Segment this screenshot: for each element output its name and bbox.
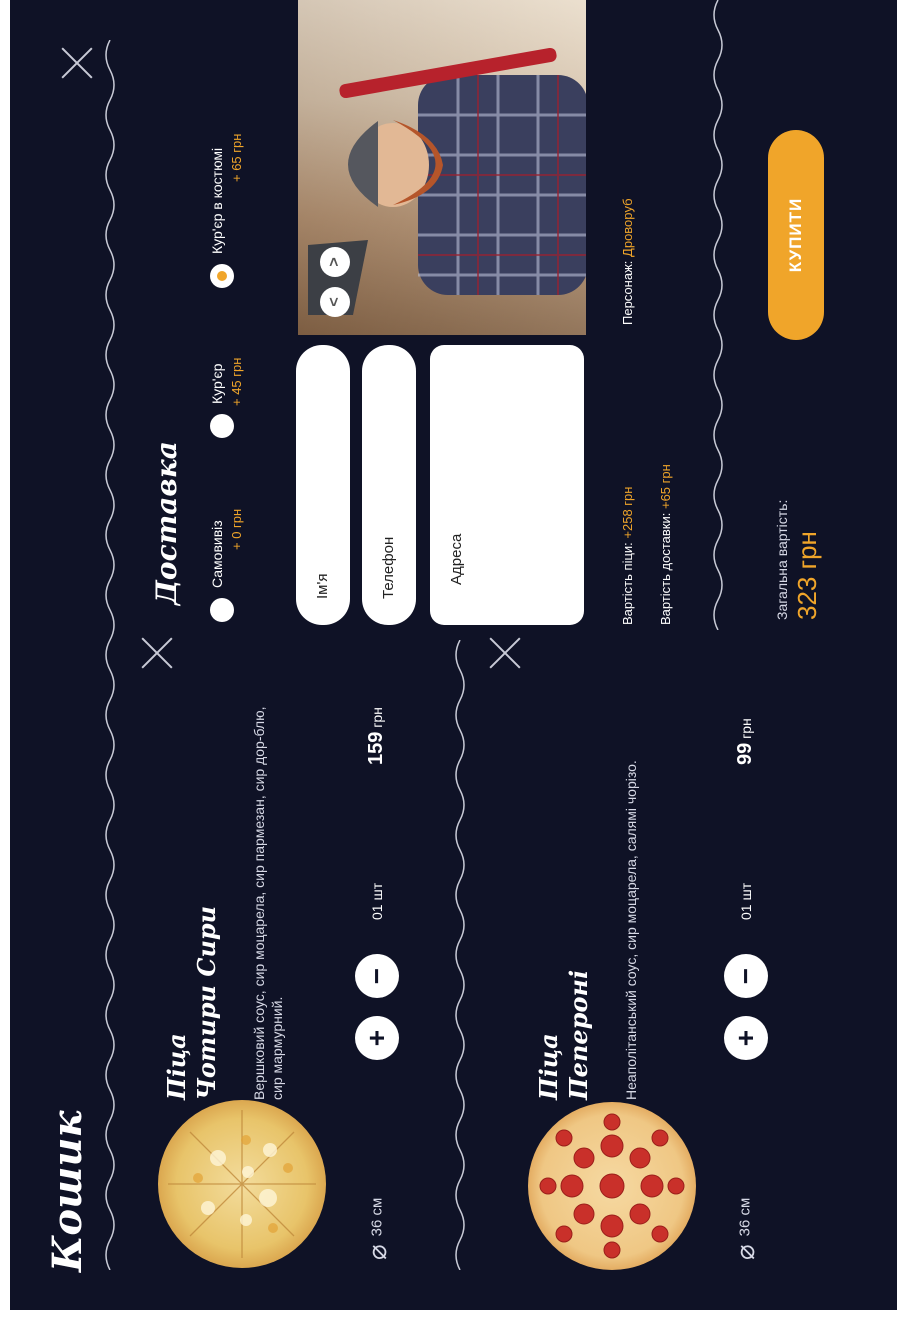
delivery-option-costume-label: Кур'єр в костюмі xyxy=(209,147,225,254)
delivery-option-courier-label: Кур'єр xyxy=(209,363,225,404)
delivery-option-courier-radio[interactable] xyxy=(210,414,234,438)
character-image: < > xyxy=(298,0,586,335)
pizza-cost-value: +258 грн xyxy=(620,486,635,539)
item-2-quantity: 01 шт xyxy=(738,882,754,920)
pizza-slices-icon xyxy=(168,1110,316,1258)
item-2-price-currency: грн xyxy=(738,718,754,739)
item-1-quantity: 01 шт xyxy=(369,882,385,920)
cart-title: Кошик xyxy=(44,1110,91,1272)
delivery-cost-line: Вартість доставки: +65 грн xyxy=(658,464,673,625)
delivery-cost-value: +65 грн xyxy=(658,464,673,510)
delivery-title: Доставка xyxy=(150,441,183,605)
item-1-size-value: 36 см xyxy=(368,1197,386,1237)
name-input-placeholder: Ім'я xyxy=(314,573,331,599)
item-1-name-line1: Піца xyxy=(162,1033,191,1100)
phone-input[interactable]: Телефон xyxy=(362,345,416,625)
top-divider xyxy=(105,40,115,1270)
cart-panel: Кошик Піца Чотири Сири Вершковий соус, с… xyxy=(10,0,897,1310)
items-divider xyxy=(455,640,465,1270)
name-input[interactable]: Ім'я xyxy=(296,345,350,625)
total-label: Загальна вартість: xyxy=(774,499,790,620)
character-name: Дровоpуб xyxy=(620,198,635,257)
cart-content: Кошик Піца Чотири Сири Вершковий соус, с… xyxy=(10,0,897,1310)
delivery-option-costume-radio[interactable] xyxy=(210,264,234,288)
remove-item-1-icon[interactable] xyxy=(140,636,174,670)
item-1-size: ⌀ 36 см xyxy=(362,1198,393,1260)
phone-input-placeholder: Телефон xyxy=(380,536,397,599)
item-1-minus-button[interactable]: − xyxy=(355,954,399,998)
item-1-price: 159 грн xyxy=(365,707,388,765)
buy-button[interactable]: КУПИТИ xyxy=(768,130,824,340)
item-2-price-value: 99 xyxy=(734,742,756,765)
item-1-plus-button[interactable]: + xyxy=(355,1016,399,1060)
item-1-name-line2: Чотири Сири xyxy=(192,905,221,1100)
item-2-description: Неаполітанський соус, сир моцарела, саля… xyxy=(623,760,639,1100)
item-2-size-value: 36 см xyxy=(736,1197,754,1237)
item-2-minus-button[interactable]: − xyxy=(724,954,768,998)
item-2-name-line2: Пепероні xyxy=(564,969,593,1100)
delivery-option-courier-price: + 45 грн xyxy=(229,357,244,406)
pizza-four-cheese-image xyxy=(158,1100,326,1268)
character-label: Персонаж: xyxy=(620,260,635,325)
character-line: Персонаж: Дровоpуб xyxy=(620,198,635,325)
character-next-button[interactable]: > xyxy=(320,247,350,277)
address-input-placeholder: Адреса xyxy=(448,533,465,585)
remove-item-2-icon[interactable] xyxy=(488,636,522,670)
delivery-option-pickup-price: + 0 грн xyxy=(229,508,244,550)
delivery-option-pickup-radio[interactable] xyxy=(210,598,234,622)
address-input[interactable]: Адреса xyxy=(430,345,584,625)
item-2-plus-button[interactable]: + xyxy=(724,1016,768,1060)
item-1-price-currency: грн xyxy=(369,707,385,728)
total-value: 323 грн xyxy=(792,531,822,620)
delivery-option-costume-price: + 65 грн xyxy=(229,133,244,182)
pizza-pepperoni-image xyxy=(528,1102,696,1270)
item-2-name-line1: Піца xyxy=(534,1033,563,1100)
pizza-cost-label: Вартість піци: xyxy=(620,542,635,625)
pizza-cost-line: Вартість піци: +258 грн xyxy=(620,487,635,625)
lumberjack-illustration xyxy=(298,0,586,335)
delivery-option-pickup-label: Самовивіз xyxy=(209,520,225,588)
summary-divider xyxy=(713,0,723,630)
diameter-icon: ⌀ xyxy=(730,1244,760,1260)
diameter-icon: ⌀ xyxy=(362,1244,392,1260)
character-prev-button[interactable]: < xyxy=(320,287,350,317)
pepperoni-icon xyxy=(539,1113,685,1259)
item-2-size: ⌀ 36 см xyxy=(730,1198,761,1260)
item-2-price: 99 грн xyxy=(734,718,757,765)
item-1-description: Вершковий соус, сир моцарела, сир пармез… xyxy=(251,706,285,1100)
item-1-price-value: 159 xyxy=(365,731,387,765)
close-cart-icon[interactable] xyxy=(60,46,94,80)
delivery-cost-label: Вартість доставки: xyxy=(658,512,673,625)
